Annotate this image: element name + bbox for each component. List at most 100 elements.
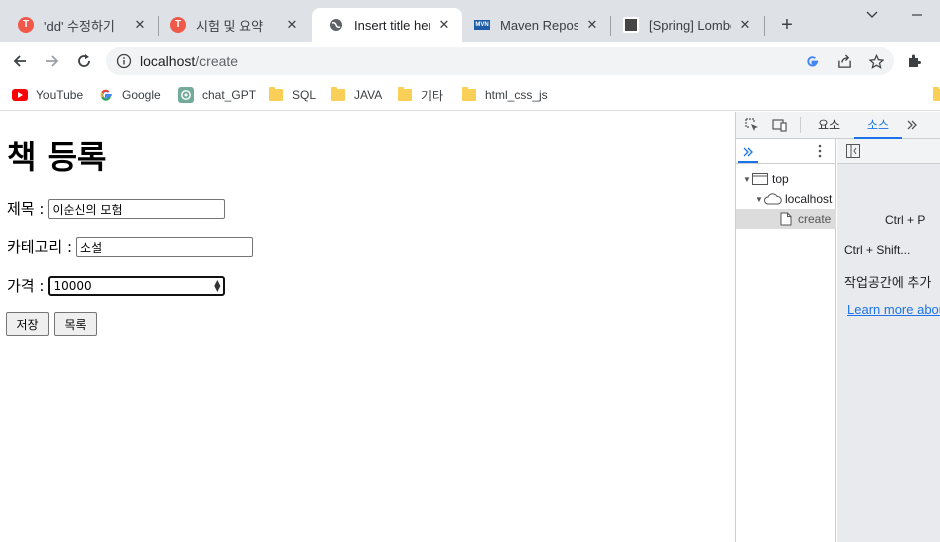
- tab-title: 시험 및 요약: [196, 18, 264, 34]
- extensions-icon[interactable]: [902, 49, 926, 73]
- title-input[interactable]: 이순신의 모험: [48, 198, 226, 219]
- editor-header: [837, 139, 940, 164]
- browser-tab[interactable]: T 'dd' 수정하기 ✕: [2, 8, 158, 42]
- list-button[interactable]: 목록: [54, 312, 97, 336]
- browser-tab[interactable]: MVN Maven Reposito ✕: [458, 8, 610, 42]
- bookmark-google[interactable]: Google: [98, 85, 161, 105]
- info-icon[interactable]: [116, 53, 132, 69]
- frame-icon: [752, 173, 768, 185]
- bookmark-folder-etc[interactable]: 기타: [397, 85, 443, 105]
- bookmark-folder-java[interactable]: JAVA: [330, 85, 382, 105]
- close-icon[interactable]: ✕: [436, 17, 452, 33]
- folder-icon: [330, 87, 346, 103]
- file-icon: [780, 212, 792, 226]
- close-icon[interactable]: ✕: [132, 17, 148, 33]
- mvn-icon: MVN: [474, 20, 490, 30]
- close-icon[interactable]: ✕: [737, 17, 753, 33]
- inspect-element-icon[interactable]: [744, 117, 760, 133]
- bookmark-label: html_css_js: [485, 88, 548, 102]
- browser-tab[interactable]: [Spring] Lombo ✕: [607, 8, 763, 42]
- devtools-tabbar: 요소 소스: [736, 112, 940, 139]
- tree-label: localhost: [785, 192, 833, 206]
- minimize-icon[interactable]: [905, 4, 929, 26]
- new-tab-button[interactable]: +: [775, 14, 799, 38]
- shortcut-open-file: Ctrl + P: [885, 213, 926, 227]
- chatgpt-icon: [178, 87, 194, 103]
- bookmarks-bar: YouTube Google chat_GPT SQL JAVA 기타 html…: [0, 80, 940, 111]
- more-navigators-icon[interactable]: [738, 143, 758, 163]
- kebab-menu-icon[interactable]: [812, 143, 828, 159]
- title-label: 제목 :: [7, 200, 45, 218]
- page-title: 책 등록: [7, 138, 107, 176]
- more-tabs-chevron-icon[interactable]: [904, 117, 920, 133]
- tree-item-top[interactable]: ▼ top: [736, 169, 836, 189]
- tab-title: Insert title here: [354, 17, 430, 33]
- google-icon: [98, 87, 114, 103]
- site-image-icon: [623, 17, 639, 33]
- close-icon[interactable]: ✕: [584, 17, 600, 33]
- red-app-icon: T: [170, 17, 186, 33]
- reload-icon: [78, 54, 90, 67]
- bookmark-label: chat_GPT: [202, 88, 257, 102]
- sources-navigator: ▼ top ▼ localhost create: [736, 139, 836, 542]
- tab-title: [Spring] Lombo: [649, 17, 731, 33]
- tab-strip: T 'dd' 수정하기 ✕ T 시험 및 요약 ✕ Insert title h…: [0, 0, 940, 42]
- tree-label: top: [772, 172, 789, 186]
- expand-triangle-icon[interactable]: ▼: [742, 175, 752, 184]
- url-text: localhost/create: [140, 53, 238, 69]
- page-viewport: 책 등록 제목 : 이순신의 모험 카테고리 : 소설 가격 : 10000 ▲…: [0, 112, 735, 542]
- tree-item-localhost[interactable]: ▼ localhost: [736, 189, 836, 209]
- browser-tab[interactable]: T 시험 및 요약 ✕: [154, 8, 310, 42]
- save-button[interactable]: 저장: [6, 312, 49, 336]
- address-bar[interactable]: localhost/create: [106, 47, 894, 75]
- toggle-navigator-icon[interactable]: [845, 143, 861, 159]
- tree-item-create[interactable]: create: [736, 209, 836, 229]
- bookmark-folder-overflow[interactable]: [932, 85, 940, 105]
- tab-separator: [764, 16, 765, 36]
- close-icon[interactable]: ✕: [284, 17, 300, 33]
- price-value: 10000: [53, 278, 92, 293]
- forward-button[interactable]: [40, 49, 64, 73]
- tab-elements[interactable]: 요소: [810, 112, 848, 139]
- url-path: /create: [195, 53, 239, 69]
- reload-button[interactable]: [72, 49, 96, 73]
- bookmark-youtube[interactable]: YouTube: [12, 85, 83, 105]
- folder-icon: [397, 87, 413, 103]
- spinner-arrows-icon[interactable]: ▲ ▼: [214, 278, 220, 292]
- youtube-icon: [12, 87, 28, 103]
- price-input[interactable]: 10000 ▲ ▼: [48, 275, 226, 296]
- expand-triangle-icon[interactable]: ▼: [754, 195, 764, 204]
- folder-icon: [268, 87, 284, 103]
- share-icon[interactable]: [836, 53, 852, 69]
- price-row: 가격 : 10000 ▲ ▼: [7, 275, 226, 296]
- bookmark-chatgpt[interactable]: chat_GPT: [178, 85, 256, 105]
- chevron-down-icon[interactable]: [860, 4, 884, 26]
- tab-title: 'dd' 수정하기: [44, 18, 115, 34]
- folder-icon: [932, 87, 940, 103]
- navigator-header: [736, 139, 835, 164]
- bookmark-label: 기타: [421, 88, 444, 103]
- devtools-separator: [800, 117, 801, 133]
- price-label: 가격 :: [7, 277, 45, 295]
- learn-more-link[interactable]: Learn more about: [847, 302, 940, 317]
- bookmark-folder-sql[interactable]: SQL: [268, 85, 316, 105]
- back-button[interactable]: [8, 49, 32, 73]
- bookmark-folder-html[interactable]: html_css_js: [461, 85, 548, 105]
- tab-title: Maven Reposito: [500, 17, 578, 33]
- category-input[interactable]: 소설: [76, 236, 254, 257]
- bookmark-star-icon[interactable]: [868, 53, 884, 69]
- back-arrow-icon: [13, 55, 26, 67]
- devtools-panel: 요소 소스 ▼ top ▼ localhost create Ctrl + P …: [735, 112, 940, 542]
- cloud-icon: [764, 193, 782, 205]
- folder-icon: [461, 87, 477, 103]
- tab-sources[interactable]: 소스: [854, 112, 902, 139]
- google-lens-icon[interactable]: [804, 53, 820, 69]
- category-row: 카테고리 : 소설: [7, 236, 254, 257]
- browser-toolbar: localhost/create: [0, 42, 940, 80]
- device-toolbar-icon[interactable]: [772, 117, 788, 133]
- bookmark-label: Google: [122, 88, 161, 102]
- shortcut-run-command: Ctrl + Shift...: [844, 243, 911, 257]
- browser-tab-active[interactable]: Insert title here ✕: [312, 8, 462, 42]
- workspace-hint: 작업공간에 추가: [844, 275, 932, 290]
- tree-label: create: [798, 212, 832, 226]
